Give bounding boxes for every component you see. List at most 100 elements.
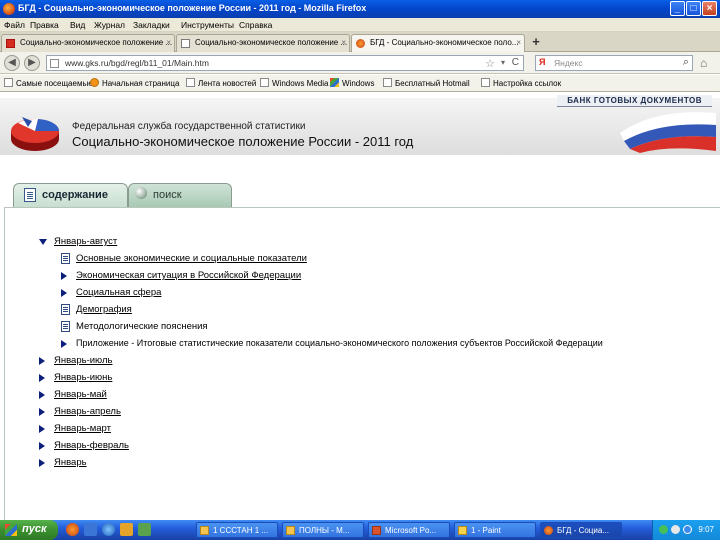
collapsed-arrow-icon[interactable]	[39, 425, 45, 433]
russian-flag-icon	[620, 112, 716, 153]
collapsed-arrow-icon[interactable]	[39, 459, 45, 467]
back-button[interactable]: ◀	[4, 55, 20, 71]
quicklaunch-app-icon[interactable]	[138, 523, 151, 536]
page-icon	[260, 78, 269, 87]
search-bar[interactable]: Я Яндекс ⌕	[535, 55, 693, 71]
collapsed-arrow-icon[interactable]	[39, 391, 45, 399]
tab-1-label: Социально-экономическое положение ...	[20, 38, 173, 47]
document-icon	[61, 304, 70, 315]
menu-history[interactable]: Журнал	[94, 20, 125, 30]
yandex-engine-icon[interactable]: Я	[539, 57, 545, 67]
search-icon[interactable]: ⌕	[683, 56, 689, 69]
quicklaunch-firefox-icon[interactable]	[66, 523, 79, 536]
forward-button[interactable]: ▶	[24, 55, 40, 71]
menu-file[interactable]: Файл	[4, 20, 25, 30]
windows-logo-icon	[5, 524, 17, 536]
tab-3-active[interactable]: БГД - Социально-экономическое поло... ×	[351, 34, 525, 52]
bookmark-start-page[interactable]: Начальная страница	[90, 78, 179, 88]
maximize-button[interactable]: □	[686, 1, 701, 16]
tab-2-close-icon[interactable]: ×	[341, 38, 346, 47]
task-firefox-active[interactable]: БГД - Социа...	[540, 522, 622, 538]
quicklaunch-desktop-icon[interactable]	[84, 523, 97, 536]
start-button[interactable]: пуск	[0, 520, 58, 540]
tab-1-close-icon[interactable]: ×	[166, 38, 171, 47]
menu-tools[interactable]: Инструменты	[181, 20, 234, 30]
menu-bookmarks[interactable]: Закладки	[133, 20, 170, 30]
tab-2[interactable]: Социально-экономическое положение ... ×	[176, 34, 350, 52]
collapsed-arrow-icon[interactable]	[61, 289, 67, 297]
bookmark-customize-links[interactable]: Настройка ссылок	[481, 78, 561, 88]
title-bar: БГД - Социально-экономическое положение …	[0, 0, 720, 18]
task-document[interactable]: ПОЛНЫ - М...	[282, 522, 364, 538]
menu-bar: Файл Правка Вид Журнал Закладки Инструме…	[0, 18, 720, 32]
bookmark-news-feed[interactable]: Лента новостей	[186, 78, 256, 88]
tray-app-icon[interactable]	[683, 525, 692, 534]
menu-view[interactable]: Вид	[70, 20, 85, 30]
network-icon[interactable]	[659, 525, 668, 534]
site-header: БАНК ГОТОВЫХ ДОКУМЕНТОВ Федеральная служ…	[0, 93, 720, 175]
window-title: БГД - Социально-экономическое положение …	[18, 3, 367, 13]
page-favicon-icon	[181, 39, 190, 48]
collapsed-arrow-icon[interactable]	[39, 442, 45, 450]
folder-icon	[200, 526, 209, 535]
content-tabs: поиск содержание	[0, 175, 720, 207]
reload-icon[interactable]: C	[512, 57, 519, 68]
tab-1[interactable]: Социально-экономическое положение ... ×	[1, 34, 175, 52]
bookmark-most-visited[interactable]: Самые посещаемые	[4, 78, 93, 88]
url-text[interactable]: www.gks.ru/bgd/regl/b11_01/Main.htm	[65, 58, 209, 68]
collapsed-arrow-icon[interactable]	[61, 340, 67, 348]
bookmark-hotmail[interactable]: Бесплатный Hotmail	[383, 78, 470, 88]
collapsed-arrow-icon[interactable]	[39, 374, 45, 382]
pie-chart-logo-icon	[11, 117, 60, 151]
quicklaunch-media-icon[interactable]	[120, 523, 133, 536]
bookmark-windows-media[interactable]: Windows Media	[260, 78, 328, 88]
quicklaunch-ie-icon[interactable]	[102, 523, 115, 536]
search-input[interactable]: Яндекс	[554, 58, 583, 68]
page-icon	[481, 78, 490, 87]
collapsed-arrow-icon[interactable]	[61, 272, 67, 280]
minimize-button[interactable]: _	[670, 1, 685, 16]
bookmark-star-icon[interactable]: ☆	[485, 57, 495, 70]
document-icon	[24, 188, 36, 202]
expanded-arrow-icon[interactable]	[39, 239, 47, 245]
yandex-favicon-icon	[6, 39, 15, 48]
menu-help[interactable]: Справка	[239, 20, 272, 30]
tab-strip: Социально-экономическое положение ... × …	[0, 32, 720, 52]
tab-search-label: поиск	[153, 189, 182, 201]
firefox-icon	[90, 78, 99, 87]
tab-contents[interactable]: содержание	[13, 183, 128, 207]
contents-pane: Январь-август Основные экономические и с…	[4, 207, 720, 520]
tab-2-label: Социально-экономическое положение ...	[195, 38, 348, 47]
task-paint[interactable]: 1 - Paint	[454, 522, 536, 538]
home-icon[interactable]: ⌂	[700, 56, 707, 70]
page-icon	[4, 78, 13, 87]
header-bottom	[0, 155, 720, 175]
document-icon	[61, 321, 70, 332]
site-identity-icon[interactable]	[50, 59, 59, 68]
navigation-bar: ◀ ▶ www.gks.ru/bgd/regl/b11_01/Main.htm …	[0, 52, 720, 74]
tab-3-label: БГД - Социально-экономическое поло...	[370, 38, 519, 47]
task-powerpoint[interactable]: Microsoft Po...	[368, 522, 450, 538]
new-tab-button[interactable]: +	[528, 35, 544, 50]
collapsed-arrow-icon[interactable]	[39, 408, 45, 416]
document-icon	[61, 253, 70, 264]
collapsed-arrow-icon[interactable]	[39, 357, 45, 365]
tab-search[interactable]: поиск	[128, 183, 232, 207]
clock: 9:07	[698, 525, 714, 534]
tab-3-close-icon[interactable]: ×	[516, 38, 521, 47]
start-label: пуск	[22, 523, 47, 535]
bookmark-windows[interactable]: Windows	[330, 78, 374, 88]
menu-edit[interactable]: Правка	[30, 20, 59, 30]
volume-icon[interactable]	[671, 525, 680, 534]
feed-icon	[186, 78, 195, 87]
page-title: Социально-экономическое положение России…	[72, 134, 414, 149]
paint-icon	[458, 526, 467, 535]
address-bar[interactable]: www.gks.ru/bgd/regl/b11_01/Main.htm ☆ ▾ …	[46, 55, 524, 71]
task-folder[interactable]: 1 СССТАН 1 ...	[196, 522, 278, 538]
url-dropdown-icon[interactable]: ▾	[501, 58, 505, 67]
firefox-icon	[3, 3, 15, 15]
powerpoint-icon	[372, 526, 381, 535]
bookmarks-toolbar: Самые посещаемые Начальная страница Лент…	[0, 75, 720, 92]
close-window-button[interactable]: ×	[702, 1, 717, 16]
system-tray: 9:07	[652, 520, 720, 540]
